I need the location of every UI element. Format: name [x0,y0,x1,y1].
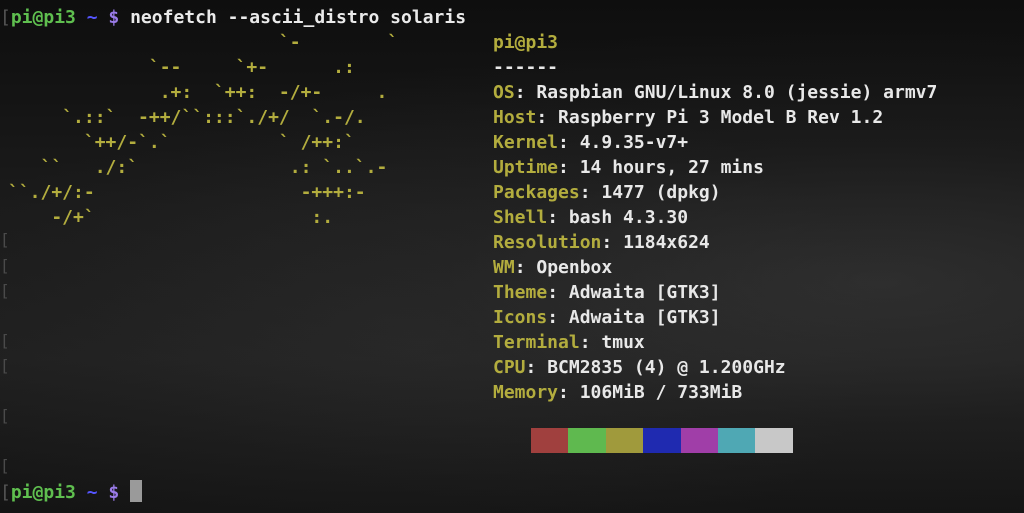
ascii-logo: `- ` `-- `+- .: .+: `++: -/+- . `.::` -+… [8,32,399,228]
info-colon: : [547,282,569,303]
margin-bracket: [ [0,406,10,425]
info-row-kernel: Kernel: 4.9.35-v7+ [493,130,937,155]
margin-bracket: [ [0,456,10,475]
info-value: Adwaita [GTK3] [568,307,721,328]
prompt-dollar: $ [108,7,120,28]
info-value: 1184x624 [623,232,710,253]
palette-swatch [568,428,606,453]
info-row-theme: Theme: Adwaita [GTK3] [493,280,937,305]
info-row-memory: Memory: 106MiB / 733MiB [493,380,937,405]
terminal-window[interactable]: [pi@pi3 ~ $ neofetch --ascii_distro sola… [0,0,1024,513]
info-value: tmux [601,332,645,353]
info-key: Icons [493,307,548,328]
prompt-cwd: ~ [86,482,98,503]
info-value: Openbox [536,257,613,278]
info-row-uptime: Uptime: 14 hours, 27 mins [493,155,937,180]
info-value: 4.9.35-v7+ [579,132,689,153]
info-separator: ------ [493,57,559,78]
prompt-bracket: [ [0,7,11,28]
margin-bracket: [ [0,230,10,249]
color-palette [531,428,793,453]
info-colon: : [558,157,580,178]
margin-bracket: [ [0,356,10,375]
palette-swatch [531,428,569,453]
info-key: Kernel [493,132,559,153]
info-row-host: Host: Raspberry Pi 3 Model B Rev 1.2 [493,105,937,130]
prompt-user-host: pi@pi3 [10,482,76,503]
info-title: pi@pi3 [493,32,559,53]
palette-swatch [680,428,718,453]
info-value: bash 4.3.30 [568,207,689,228]
prompt-cwd: ~ [86,7,98,28]
info-key: Theme [493,282,548,303]
command-line: [pi@pi3 ~ $ neofetch --ascii_distro sola… [0,5,466,30]
text-cursor[interactable] [130,480,143,502]
info-key: Host [493,107,537,128]
info-row-icons: Icons: Adwaita [GTK3] [493,305,937,330]
prompt-bracket: [ [0,482,11,503]
prompt-dollar: $ [108,482,120,503]
info-colon: : [547,207,569,228]
info-value: Raspbian GNU/Linux 8.0 (jessie) armv7 [536,82,938,103]
info-colon: : [525,357,548,378]
margin-bracket: [ [0,281,10,300]
info-colon: : [558,132,580,153]
prompt-user-host: pi@pi3 [10,7,76,28]
info-key: OS [493,82,515,103]
info-key: Uptime [493,157,559,178]
palette-swatch [605,428,644,453]
info-colon: : [514,257,537,278]
info-key: Memory [493,382,559,403]
info-colon: : [514,82,537,103]
palette-swatch [643,428,681,453]
info-colon: : [579,182,602,203]
info-row-terminal: Terminal: tmux [493,330,937,355]
info-key: Shell [493,207,548,228]
info-key: Resolution [493,232,602,253]
info-colon: : [601,232,624,253]
info-row-packages: Packages: 1477 (dpkg) [493,180,937,205]
info-value: Adwaita [GTK3] [568,282,721,303]
info-value: 1477 (dpkg) [601,182,721,203]
info-key: WM [493,257,515,278]
info-key: Terminal [493,332,580,353]
info-colon: : [558,382,580,403]
info-value: 106MiB / 733MiB [579,382,743,403]
info-value: Raspberry Pi 3 Model B Rev 1.2 [558,107,884,128]
margin-bracket: [ [0,331,10,350]
margin-bracket: [ [0,256,10,275]
palette-swatch [755,428,793,453]
info-colon: : [536,107,559,128]
info-colon: : [579,332,602,353]
info-colon: : [547,307,569,328]
palette-swatch [717,428,756,453]
info-row-cpu: CPU: BCM2835 (4) @ 1.200GHz [493,355,937,380]
system-info-panel: pi@pi3 ------ OS: Raspbian GNU/Linux 8.0… [493,30,937,405]
info-key: Packages [493,182,580,203]
info-value: 14 hours, 27 mins [579,157,764,178]
info-row-shell: Shell: bash 4.3.30 [493,205,937,230]
info-row-resolution: Resolution: 1184x624 [493,230,937,255]
input-prompt-line[interactable]: [pi@pi3 ~ $ [0,480,143,505]
command-text: neofetch --ascii_distro solaris [130,7,467,28]
info-row-wm: WM: Openbox [493,255,937,280]
info-row-os: OS: Raspbian GNU/Linux 8.0 (jessie) armv… [493,80,937,105]
info-value: BCM2835 (4) @ 1.200GHz [547,357,786,378]
info-key: CPU [493,357,526,378]
